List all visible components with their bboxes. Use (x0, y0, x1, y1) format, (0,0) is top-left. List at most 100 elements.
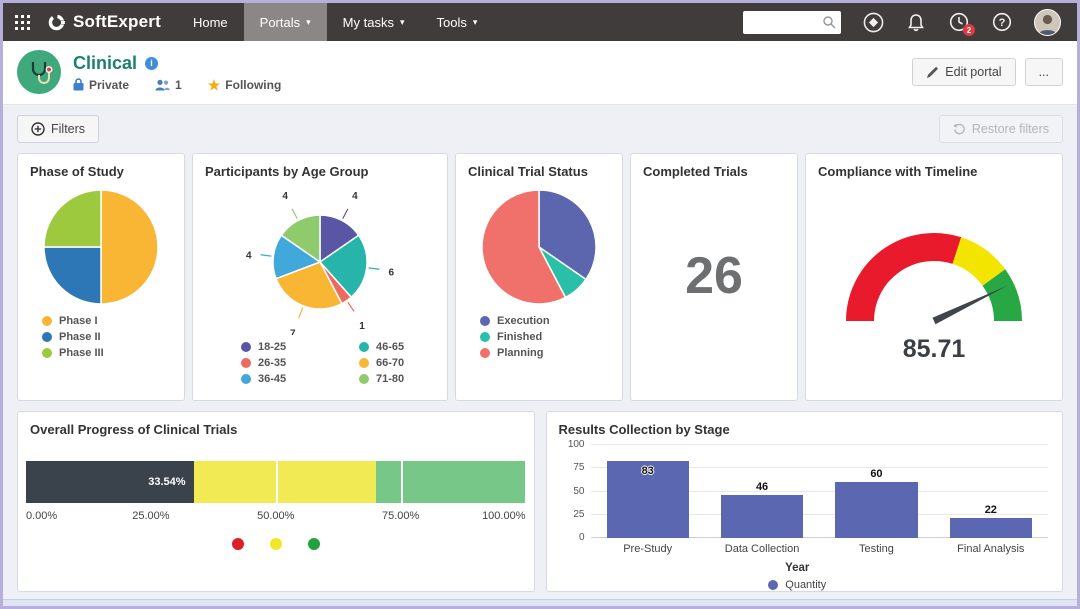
page-title: Clinical (73, 53, 137, 74)
legend-dot (768, 580, 778, 590)
pie-slice-Phase II[interactable] (44, 247, 101, 304)
clinical-trial-status-pie-chart[interactable]: ExecutionFinishedPlanning (456, 185, 622, 359)
x-axis-label: Pre-Study (591, 543, 705, 555)
x-axis-labels: Pre-StudyData CollectionTestingFinal Ana… (591, 543, 1049, 555)
bar-value-label: 22 (934, 504, 1048, 516)
legend-dot (42, 332, 52, 342)
callout-line (343, 209, 348, 219)
y-axis-label: 25 (557, 509, 585, 520)
softexpert-logo[interactable]: SoftExpert (41, 3, 177, 41)
callout-line (299, 308, 303, 318)
pending-tasks-icon[interactable]: 2 (948, 11, 970, 33)
card-title: Results Collection by Stage (547, 412, 1063, 439)
dashboard-top-row: Phase of Study Phase IPhase IIPhase III … (3, 145, 1077, 401)
legend-dot (241, 342, 251, 352)
more-options-button[interactable]: ... (1025, 58, 1063, 86)
bar-value-label: 60 (819, 468, 933, 480)
legend-dot (232, 538, 244, 550)
question-circle-icon: ? (992, 12, 1012, 32)
window-edge (3, 599, 1077, 606)
legend-dot (42, 316, 52, 326)
card-title: Completed Trials (631, 154, 797, 181)
y-axis-label: 75 (557, 462, 585, 473)
pie-slice-Phase III[interactable] (44, 190, 101, 247)
edit-portal-button[interactable]: Edit portal (912, 58, 1015, 86)
bar-final-analysis[interactable] (950, 518, 1032, 538)
x-axis-label: Testing (819, 543, 933, 555)
portal-header: Clinical i Private 1 (3, 41, 1077, 105)
nav-item-home[interactable]: Home (177, 3, 244, 41)
legend-dot (359, 342, 369, 352)
privacy-label: Private (89, 78, 129, 92)
chart-legend: ExecutionFinishedPlanning (480, 315, 622, 359)
chevron-down-icon: ▾ (400, 17, 405, 28)
legend-item: Execution (480, 315, 622, 327)
nav-item-portals[interactable]: Portals▾ (244, 3, 327, 41)
pencil-icon (926, 66, 939, 79)
legend-item: Phase II (42, 331, 184, 343)
progress-bar[interactable]: 33.54% (26, 461, 526, 503)
quick-access-icon[interactable] (862, 11, 884, 33)
info-icon[interactable]: i (145, 57, 158, 70)
progress-segment (194, 461, 376, 503)
dashboard-bottom-row: Overall Progress of Clinical Trials 33.5… (3, 401, 1077, 592)
chart-legend: 18-2526-3536-4546-6566-7071-80 (241, 341, 447, 385)
bar-testing[interactable] (835, 482, 917, 538)
plus-circle-icon (31, 122, 45, 136)
app-launcher-icon[interactable] (3, 3, 41, 41)
axis-label: 75.00% (382, 510, 419, 522)
card-overall-progress: Overall Progress of Clinical Trials 33.5… (17, 411, 535, 592)
compliance-gauge-chart[interactable]: 85.71 (806, 209, 1062, 364)
bar-data-collection[interactable] (721, 495, 803, 538)
callout-line (292, 209, 297, 219)
overall-progress-bar-chart[interactable]: 33.54%0.00%25.00%50.00%75.00%100.00% (18, 439, 534, 550)
help-icon[interactable]: ? (991, 11, 1013, 33)
axis-label: 0.00% (26, 510, 57, 522)
diamond-circle-icon (863, 12, 884, 33)
card-title: Overall Progress of Clinical Trials (18, 412, 534, 439)
top-navigation-bar: SoftExpert Home Portals▾ My tasks▾ Tools… (3, 3, 1077, 41)
legend-item: 18-25 (241, 341, 329, 353)
callout-line (369, 268, 380, 269)
search-icon (822, 15, 836, 29)
chevron-down-icon: ▾ (306, 17, 311, 28)
pie-data-label: 4 (246, 251, 252, 262)
following-toggle[interactable]: ★ Following (208, 78, 282, 92)
gauge-value: 85.71 (806, 335, 1062, 364)
y-axis-label: 0 (557, 532, 585, 543)
pie-slice-Phase I[interactable] (101, 190, 158, 304)
filters-button[interactable]: Filters (17, 115, 99, 143)
restore-filters-button[interactable]: Restore filters (939, 115, 1063, 143)
x-axis: 0.00%25.00%50.00%75.00%100.00% (26, 510, 526, 526)
restore-icon (953, 123, 966, 136)
user-avatar[interactable] (1034, 9, 1061, 36)
y-axis-label: 50 (557, 486, 585, 497)
callout-line (348, 302, 354, 311)
members-indicator: 1 (155, 78, 182, 92)
notification-badge: 2 (963, 24, 975, 36)
progress-segment (376, 461, 526, 503)
legend-dot (359, 374, 369, 384)
legend-item: 66-70 (359, 357, 447, 369)
axis-label: 25.00% (132, 510, 169, 522)
results-bar-chart[interactable]: 025507510083466022Pre-StudyData Collecti… (547, 439, 1063, 591)
legend-dot (308, 538, 320, 550)
participants-pie-chart[interactable]: 46174418-2526-3536-4546-6566-7071-80 (193, 185, 447, 385)
phase-of-study-pie-chart[interactable]: Phase IPhase IIPhase III (18, 185, 184, 359)
nav-item-my-tasks[interactable]: My tasks▾ (327, 3, 421, 41)
application-window: SoftExpert Home Portals▾ My tasks▾ Tools… (0, 0, 1080, 609)
person-photo (1035, 10, 1060, 35)
privacy-status: Private (73, 78, 129, 92)
notifications-icon[interactable] (905, 11, 927, 33)
card-participants-by-age-group: Participants by Age Group 46174418-2526-… (192, 153, 448, 401)
users-icon (155, 79, 170, 91)
bar-value-label: 83 (591, 465, 705, 477)
gauge-band (957, 251, 994, 278)
x-axis-title: Year (547, 562, 1049, 574)
following-label: Following (225, 78, 281, 92)
stethoscope-icon (25, 58, 53, 86)
legend-item: Phase I (42, 315, 184, 327)
pie-data-label: 6 (388, 267, 394, 278)
nav-item-tools[interactable]: Tools▾ (420, 3, 493, 41)
legend-dot (480, 316, 490, 326)
